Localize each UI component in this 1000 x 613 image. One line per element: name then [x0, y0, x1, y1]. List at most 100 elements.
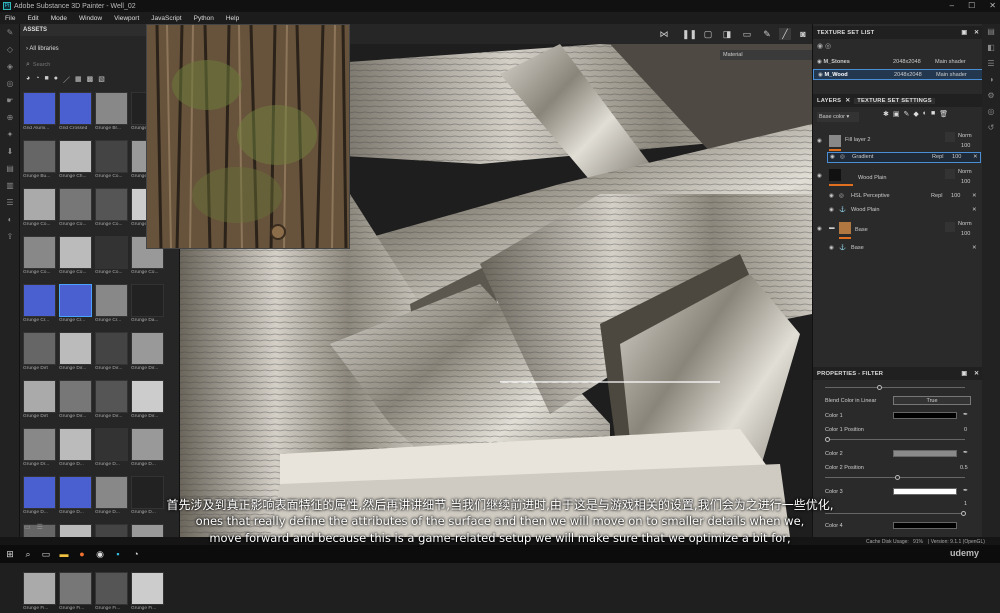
- blend-mode[interactable]: Repl: [931, 193, 943, 199]
- asset-tile[interactable]: Grunge Br...: [95, 92, 128, 133]
- search-input[interactable]: [32, 60, 153, 70]
- blend-mode[interactable]: Norm: [958, 221, 972, 227]
- folder-icon[interactable]: ▭: [741, 28, 753, 40]
- asset-tile[interactable]: Grunge Fi...: [95, 572, 128, 613]
- asset-tile[interactable]: Grunge Dir...: [95, 380, 128, 421]
- asset-tile[interactable]: Grunge Cr...: [95, 284, 128, 325]
- material-dropdown[interactable]: Material: [720, 50, 812, 60]
- library-selector[interactable]: › All libraries: [26, 46, 59, 52]
- eyedropper-icon[interactable]: ✒: [963, 449, 968, 456]
- asset-tile[interactable]: Grunge Cr...: [23, 284, 56, 325]
- eye-icon[interactable]: ◉: [817, 59, 822, 65]
- color2-position-value[interactable]: 0.5: [960, 465, 968, 471]
- asset-tile[interactable]: Grunge Fi...: [131, 572, 164, 613]
- asset-tile[interactable]: Grid Alumi...: [23, 92, 56, 133]
- paint-mode-icon[interactable]: ╱: [779, 28, 791, 40]
- eye-icon[interactable]: ◉: [829, 207, 834, 213]
- eye-icon[interactable]: ◉: [817, 138, 822, 144]
- smart-material-icon[interactable]: ◔: [35, 75, 39, 85]
- eye-icon[interactable]: ◉: [830, 154, 835, 160]
- pattern-filter-icon[interactable]: ▩: [87, 75, 94, 85]
- remove-icon[interactable]: ✕: [972, 193, 977, 199]
- asset-tile[interactable]: Grunge Dir...: [59, 332, 92, 373]
- effect-row[interactable]: ◉ ◎ HSL Perceptive Repl 100 ✕: [827, 192, 981, 203]
- grid-filter-icon[interactable]: ▦: [75, 75, 82, 85]
- eyedropper-icon[interactable]: ✒: [963, 487, 968, 494]
- eraser-icon[interactable]: ◇: [0, 41, 20, 58]
- float-icon[interactable]: ▣: [961, 371, 967, 377]
- asset-tile[interactable]: Grunge Co...: [23, 188, 56, 229]
- remove-icon[interactable]: ✕: [973, 154, 978, 160]
- brush-filter-icon[interactable]: ／: [63, 75, 70, 85]
- geometry-mask-icon[interactable]: ◎: [0, 75, 20, 92]
- asset-tile[interactable]: Grunge Ch...: [59, 140, 92, 181]
- close-panel-icon[interactable]: ✕: [974, 30, 979, 36]
- bake-icon[interactable]: ⬇: [0, 143, 20, 160]
- file-explorer-icon[interactable]: ▬: [58, 548, 70, 560]
- menu-help[interactable]: Help: [226, 15, 239, 22]
- asset-tile[interactable]: Grunge D...: [131, 428, 164, 469]
- square-icon[interactable]: ▢: [702, 28, 714, 40]
- maximize-icon[interactable]: ☐: [968, 0, 975, 12]
- assets-icon[interactable]: ▤: [0, 160, 20, 177]
- camera-mode-icon[interactable]: ◨: [721, 28, 733, 40]
- asset-tile[interactable]: Grid Crossed: [59, 92, 92, 133]
- menu-file[interactable]: File: [5, 15, 15, 22]
- display-settings-icon[interactable]: ◑: [982, 72, 1000, 88]
- paint-layer-icon[interactable]: ✎: [904, 110, 910, 118]
- minimize-icon[interactable]: –: [950, 0, 954, 12]
- viewer-settings-icon[interactable]: ◎: [982, 104, 1000, 120]
- color2-swatch[interactable]: [893, 450, 957, 457]
- tab-texture-set-settings[interactable]: TEXTURE SET SETTINGS: [854, 97, 935, 104]
- history-icon[interactable]: ☰: [0, 194, 20, 211]
- asset-tile[interactable]: Grunge Dir...: [131, 332, 164, 373]
- add-effect-icon[interactable]: ✱: [883, 110, 889, 118]
- sphere-filter-icon[interactable]: ●: [54, 75, 58, 85]
- asset-tile[interactable]: Grunge Co...: [95, 188, 128, 229]
- pause-icon[interactable]: ❚❚: [682, 28, 697, 40]
- menu-window[interactable]: Window: [79, 15, 102, 22]
- blend-linear-toggle[interactable]: True: [893, 396, 971, 405]
- eye-icon[interactable]: ◉: [817, 226, 822, 232]
- float-icon[interactable]: ▣: [961, 30, 967, 36]
- task-view-icon[interactable]: ▭: [40, 548, 52, 560]
- asset-tile[interactable]: Grunge D...: [59, 428, 92, 469]
- paint-brush-icon[interactable]: ✎: [0, 24, 20, 41]
- eye-icon[interactable]: ◉: [817, 173, 822, 179]
- effect-row[interactable]: ◉ ⚓ Base ✕: [827, 244, 981, 255]
- properties-icon[interactable]: ☰: [982, 56, 1000, 72]
- asset-tile[interactable]: Grunge Dirt: [23, 332, 56, 373]
- tag-icon[interactable]: ✎: [761, 28, 773, 40]
- asset-tile[interactable]: Grunge Fi...: [23, 572, 56, 613]
- fill-layer-icon[interactable]: ◆: [913, 110, 918, 118]
- opacity-value[interactable]: 100: [961, 143, 970, 149]
- effect-row-selected[interactable]: ◉ ◎ Gradient Repl 100 ✕: [827, 152, 981, 163]
- visibility-toggle-icon[interactable]: ◉ ◎: [817, 42, 831, 50]
- texture-set-row-selected[interactable]: ◉ M_Wood 2048x2048 Main shader: [813, 69, 983, 80]
- eye-icon[interactable]: ◉: [829, 193, 834, 199]
- slider-knob[interactable]: [877, 385, 882, 390]
- close-icon[interactable]: ✕: [989, 0, 996, 12]
- start-icon[interactable]: ⊞: [4, 548, 16, 560]
- display-icon[interactable]: ◐: [0, 211, 20, 228]
- mesh-filter-icon[interactable]: ▧: [98, 75, 105, 85]
- color2-position-slider[interactable]: [825, 475, 965, 480]
- color3-swatch[interactable]: [893, 488, 957, 495]
- smudge-icon[interactable]: ☛: [0, 92, 20, 109]
- remove-icon[interactable]: ✕: [972, 245, 977, 251]
- texture-set-list-icon[interactable]: ▤: [982, 24, 1000, 40]
- slider-knob[interactable]: [825, 437, 830, 442]
- clone-icon[interactable]: ⊕: [0, 109, 20, 126]
- top-slider[interactable]: [825, 385, 965, 390]
- eye-icon[interactable]: ◉: [829, 245, 834, 251]
- remove-icon[interactable]: ✕: [972, 207, 977, 213]
- effect-row[interactable]: ◉ ⚓ Wood Plain ✕: [827, 206, 981, 217]
- opacity-value[interactable]: 100: [961, 179, 970, 185]
- eyedropper-icon[interactable]: ✒: [963, 411, 968, 418]
- texture-set-shader[interactable]: Main shader: [935, 57, 966, 68]
- blend-mode[interactable]: Norm: [958, 169, 972, 175]
- close-tab-icon[interactable]: ✕: [845, 98, 850, 104]
- search-taskbar-icon[interactable]: ⌕: [22, 548, 34, 560]
- blend-mode[interactable]: Repl: [932, 154, 944, 160]
- material-filter-icon[interactable]: ◕: [26, 75, 30, 85]
